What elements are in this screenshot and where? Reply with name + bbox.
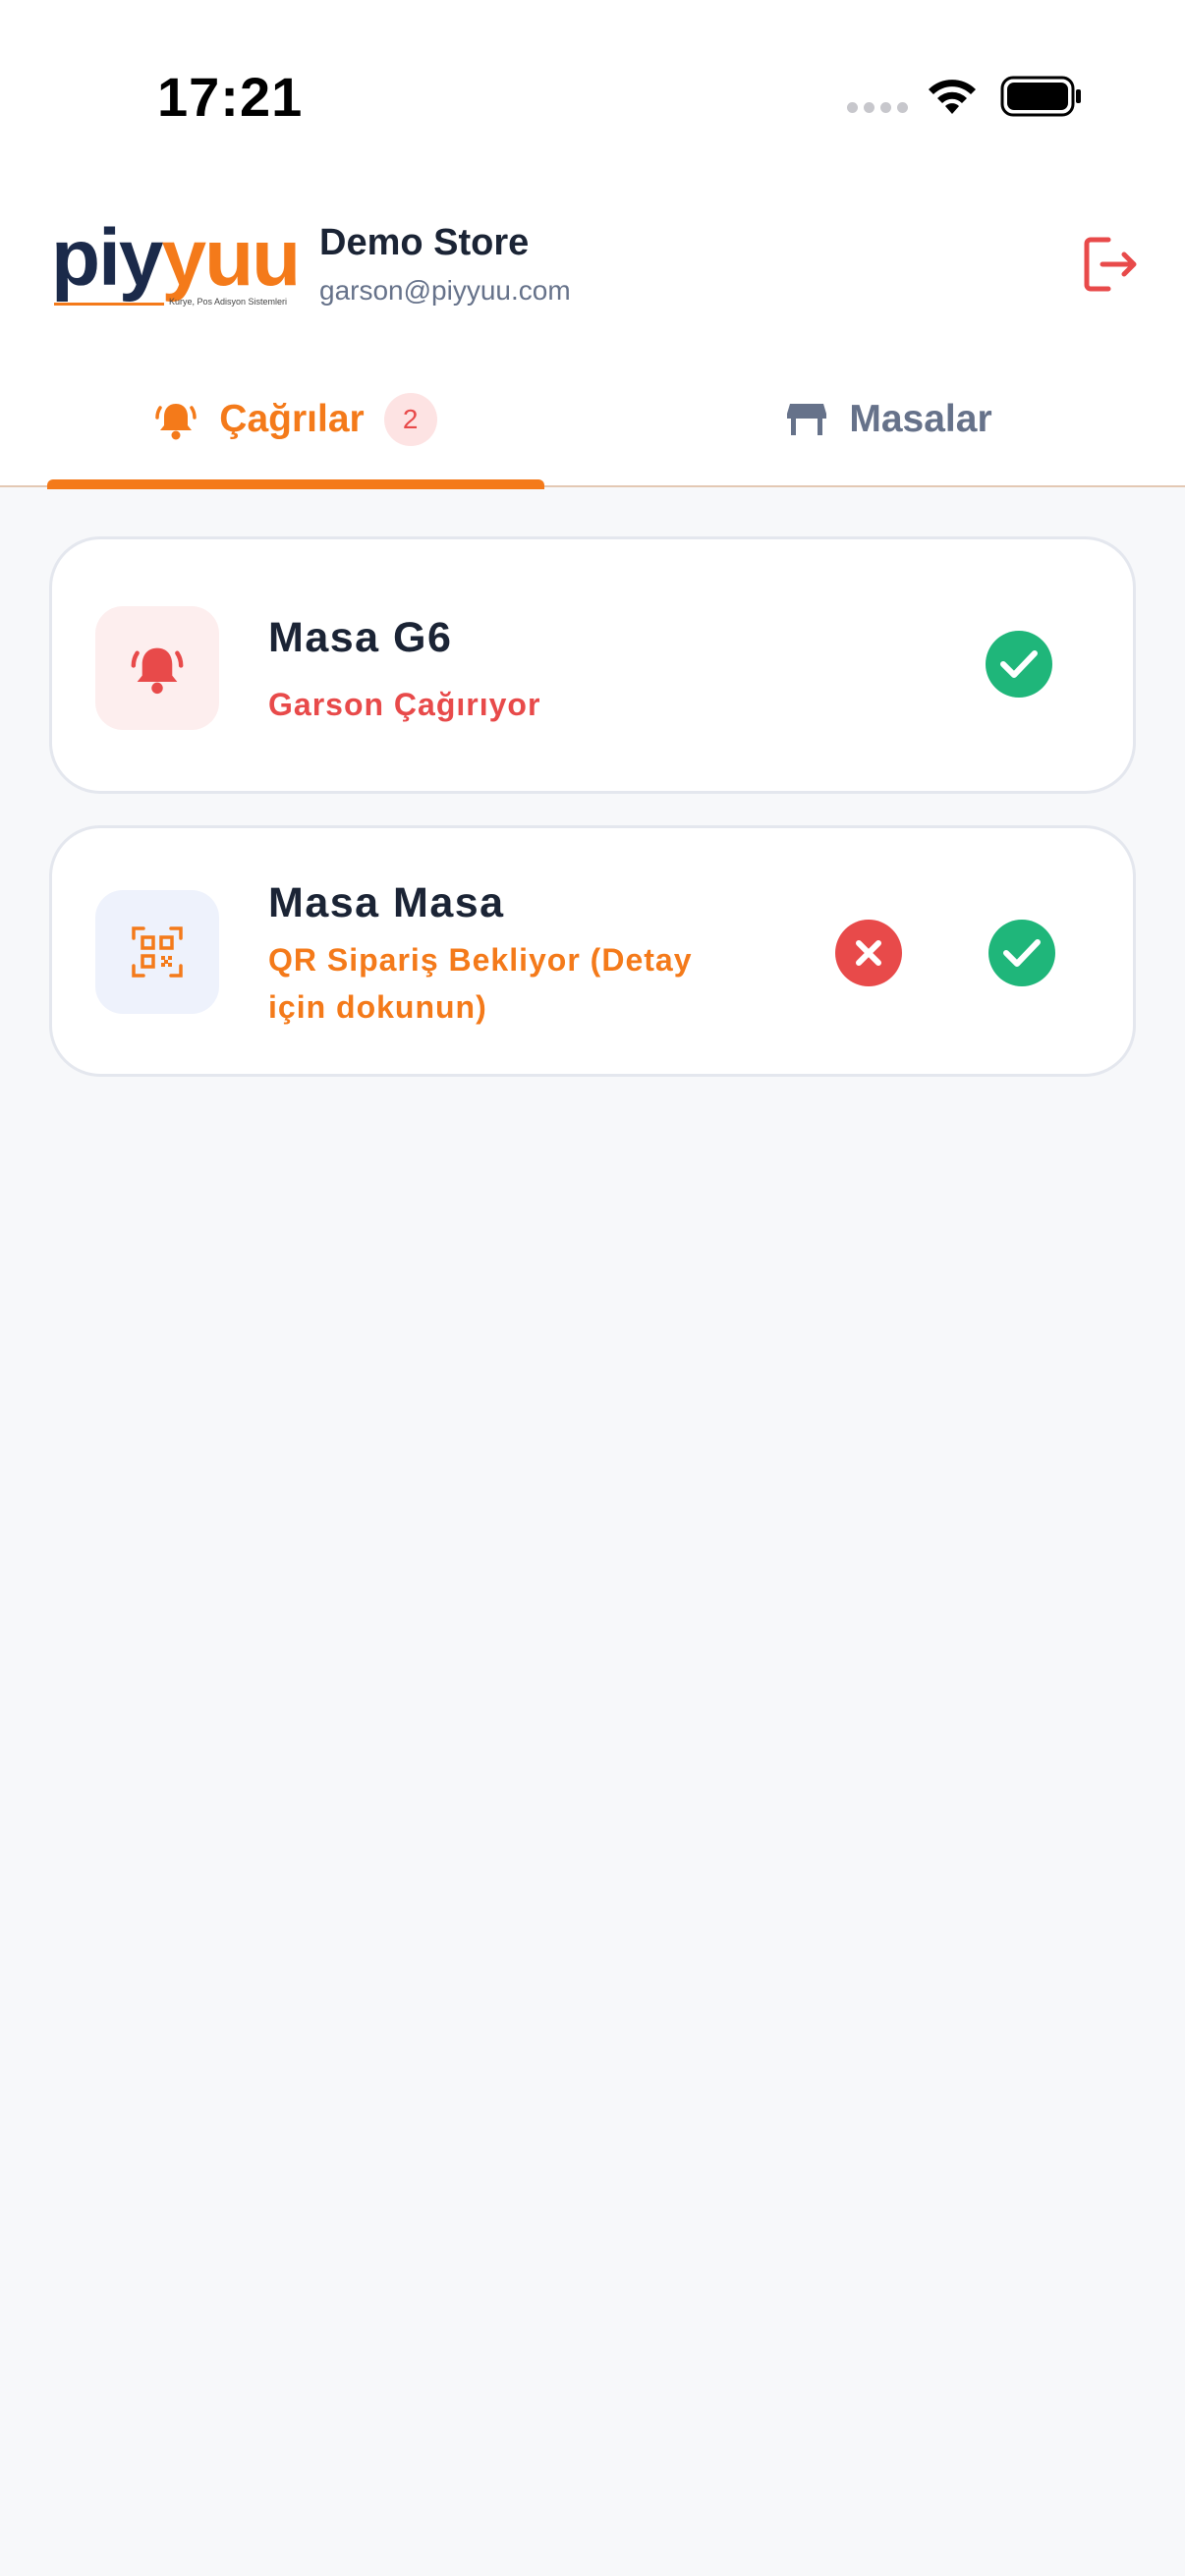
active-tab-indicator (47, 479, 544, 489)
table-name: Masa G6 (268, 614, 453, 661)
approve-button[interactable] (986, 631, 1052, 698)
tab-calls[interactable]: Çağrılar 2 (47, 354, 544, 485)
table-icon (787, 404, 827, 435)
close-icon (856, 940, 881, 966)
cellular-signal-icon (847, 102, 908, 113)
bell-ring-icon (131, 647, 184, 695)
call-card[interactable]: Masa Masa QR Sipariş Bekliyor (Detay içi… (49, 825, 1136, 1077)
logo-underline (54, 303, 164, 306)
tab-tables-label: Masalar (849, 398, 992, 440)
approve-button[interactable] (988, 920, 1055, 986)
qr-code-icon (132, 926, 183, 978)
battery-icon (1000, 76, 1081, 117)
logo-text-part2: yuu (161, 213, 301, 303)
reject-button[interactable] (835, 920, 902, 986)
call-icon-box (95, 890, 219, 1014)
logo-tagline: Kurye, Pos Adisyon Sistemleri (169, 297, 288, 307)
status-time: 17:21 (157, 66, 304, 128)
tab-calls-label: Çağrılar (219, 398, 365, 440)
user-email: garson@piyyuu.com (319, 275, 571, 306)
check-icon (1000, 650, 1038, 678)
store-name: Demo Store (319, 222, 530, 263)
check-icon (1003, 939, 1041, 967)
status-bar: 17:21 (0, 0, 1185, 187)
tab-tables[interactable]: Masalar (641, 354, 1138, 485)
call-status: Garson Çağırıyor (268, 687, 541, 722)
tab-bar: Çağrılar 2 Masalar (0, 354, 1185, 487)
call-icon-box (95, 606, 219, 730)
logo: piyyuu Kurye, Pos Adisyon Sistemleri (51, 218, 301, 316)
wifi-icon (929, 80, 976, 114)
logo-text-part1: piy (51, 213, 163, 303)
calls-count-badge: 2 (383, 393, 437, 446)
table-name: Masa Masa (268, 879, 505, 926)
call-status: QR Sipariş Bekliyor (Detay için dokunun) (268, 942, 693, 1025)
logout-icon[interactable] (1083, 236, 1140, 293)
call-card[interactable]: Masa G6 Garson Çağırıyor (49, 536, 1136, 794)
bell-ring-icon (155, 404, 198, 440)
